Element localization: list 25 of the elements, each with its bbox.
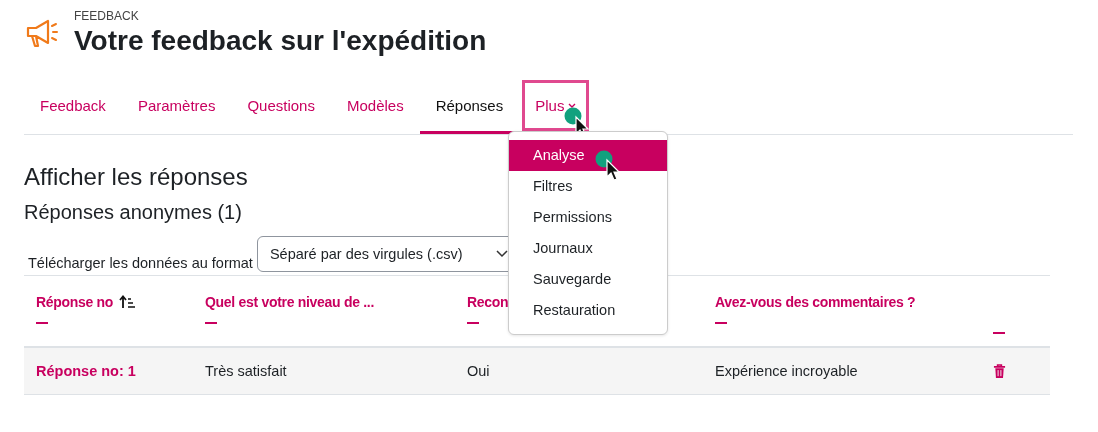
nav-tab[interactable]: Feedback <box>24 77 122 134</box>
module-label: FEEDBACK <box>74 9 140 23</box>
table-cell: Très satisfait <box>205 363 287 379</box>
column-header[interactable]: Avez-vous des commentaires ? <box>715 294 916 310</box>
caret-icon <box>568 102 577 109</box>
response-link[interactable]: Réponse no: 1 <box>36 363 136 379</box>
column-header[interactable]: Quel est votre niveau de ... <box>205 294 374 310</box>
section-heading: Afficher les réponses <box>24 163 248 191</box>
table-cell: Oui <box>467 363 490 379</box>
nav-tab[interactable]: Paramètres <box>121 77 232 134</box>
download-label: Télécharger les données au format <box>28 255 253 273</box>
sort-icon <box>119 295 137 309</box>
subsection-heading: Réponses anonymes (1) <box>24 201 242 224</box>
nav-tab[interactable]: Questions <box>231 77 331 134</box>
page-heading: Votre feedback sur l'expédition <box>74 25 487 57</box>
nav-tab[interactable]: Plus <box>519 77 593 134</box>
table-cell: Expérience incroyable <box>715 363 858 379</box>
nav-tab[interactable]: Modèles <box>330 77 420 134</box>
menu-item[interactable]: Restauration <box>509 295 667 326</box>
menu-item[interactable]: Filtres <box>509 171 667 202</box>
delete-icon[interactable] <box>993 363 1006 379</box>
column-header[interactable]: Réponse no <box>36 294 137 310</box>
chevron-down-icon <box>495 250 508 258</box>
menu-item[interactable]: Permissions <box>509 202 667 233</box>
column-header[interactable]: Recon <box>467 294 509 310</box>
